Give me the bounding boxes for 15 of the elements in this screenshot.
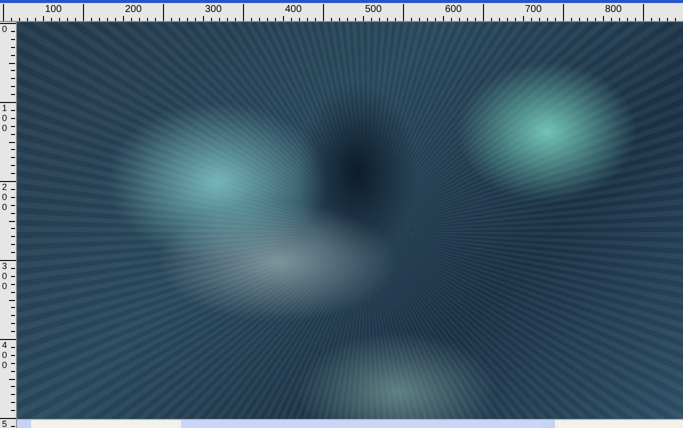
ruler-label: 700: [525, 5, 542, 15]
ruler-label: 300: [205, 5, 222, 15]
ruler-label: 100: [2, 104, 8, 134]
ruler-label: 200: [2, 183, 8, 213]
ruler-label: 800: [605, 5, 622, 15]
ruler-label: 400: [285, 5, 302, 15]
ruler-label: 600: [445, 5, 462, 15]
ruler-label: 300: [2, 262, 8, 292]
ruler-label: 400: [2, 341, 8, 371]
ruler-label: 500: [365, 5, 382, 15]
ruler-label: 5: [2, 420, 8, 428]
ruler-label: 200: [125, 5, 142, 15]
ruler-label: 100: [45, 5, 62, 15]
ruler-label: 0: [2, 25, 8, 35]
horizontal-scrollbar[interactable]: [17, 419, 683, 428]
